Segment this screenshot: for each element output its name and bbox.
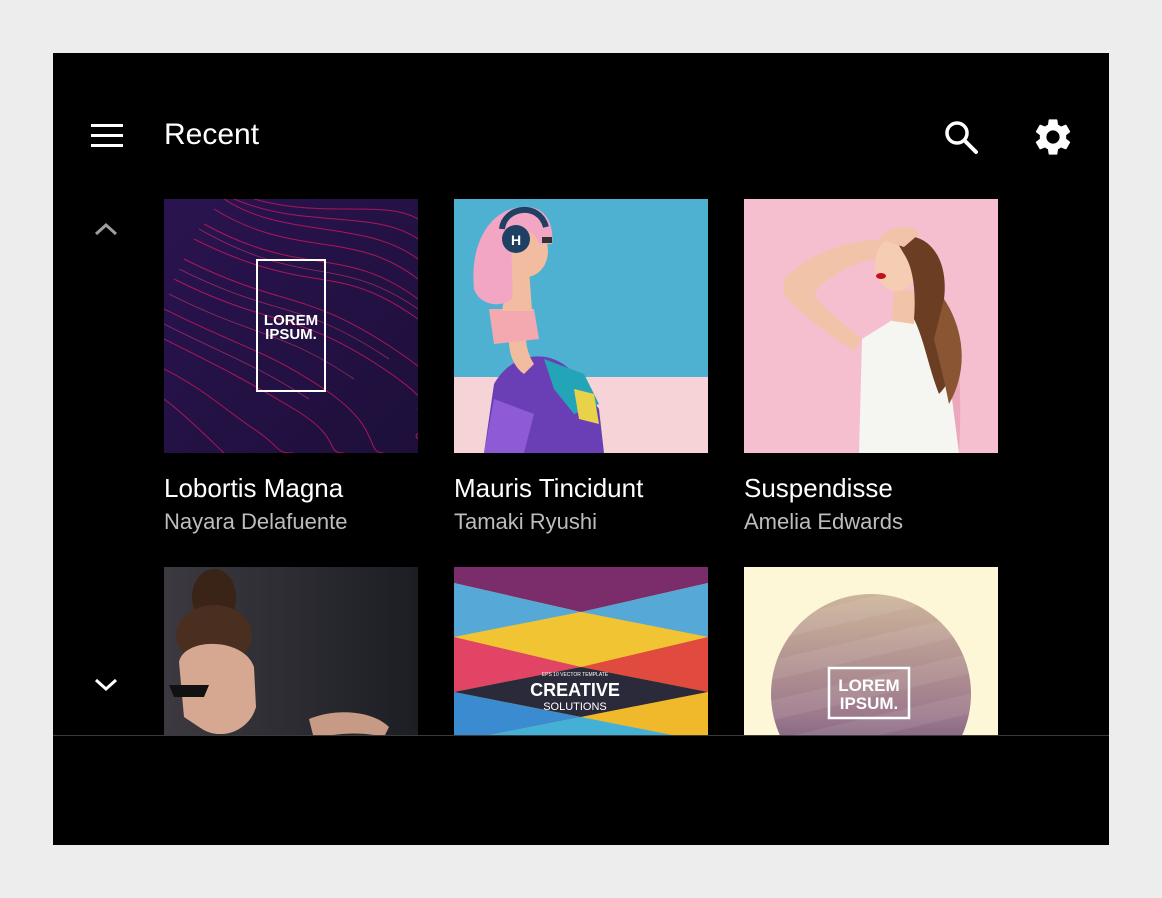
album-card[interactable]: H Mauris Tincidunt Tamaki Ryushi: [454, 199, 708, 535]
album-artist: Amelia Edwards: [744, 509, 903, 534]
album-art: LOREM IPSUM.: [744, 567, 998, 735]
album-artist: Tamaki Ryushi: [454, 509, 598, 534]
album-art: [744, 199, 998, 453]
album-art: LOREM IPSUM.: [164, 199, 418, 453]
scroll-down-button[interactable]: [91, 669, 121, 699]
art-sub-text: SOLUTIONS: [543, 701, 607, 713]
album-art: EPS 10 VECTOR TEMPLATE CREATIVE SOLUTION…: [454, 567, 708, 735]
top-app-bar: Recent: [53, 53, 1109, 213]
album-card[interactable]: LOREM IPSUM. Lobortis Magna Nayara Delaf…: [164, 199, 418, 535]
album-art: [164, 567, 418, 735]
album-artist: Nayara Delafuente: [164, 509, 348, 534]
album-title: Lobortis Magna: [164, 473, 344, 503]
album-title: Suspendisse: [744, 473, 893, 503]
album-card[interactable]: Suspendisse Amelia Edwards: [744, 199, 998, 535]
album-art: H: [454, 199, 708, 453]
bottom-bar: [53, 736, 1109, 845]
album-card[interactable]: [164, 567, 418, 735]
album-card[interactable]: LOREM IPSUM.: [744, 567, 998, 735]
chevron-down-icon: [94, 678, 118, 692]
chevron-up-icon: [94, 222, 118, 236]
menu-button[interactable]: [88, 117, 128, 153]
app-screen: LOREM IPSUM. Lobortis Magna Nayara Delaf…: [53, 53, 1109, 845]
album-card[interactable]: EPS 10 VECTOR TEMPLATE CREATIVE SOLUTION…: [454, 567, 708, 735]
search-button[interactable]: [939, 115, 983, 159]
scroll-up-button[interactable]: [91, 215, 121, 245]
search-icon: [945, 121, 978, 154]
page-title: Recent: [164, 118, 260, 151]
art-small-text: EPS 10 VECTOR TEMPLATE: [542, 672, 609, 678]
gear-icon: [1035, 119, 1071, 155]
album-title: Mauris Tincidunt: [454, 473, 644, 503]
settings-button[interactable]: [1031, 115, 1075, 159]
menu-icon: [91, 124, 123, 147]
art-big-text: CREATIVE: [530, 680, 620, 700]
art-logo-line2: IPSUM.: [840, 694, 899, 713]
headphone-letter: H: [511, 232, 521, 248]
art-logo-line1: LOREM: [838, 676, 899, 695]
art-logo-line2: IPSUM.: [265, 326, 317, 343]
